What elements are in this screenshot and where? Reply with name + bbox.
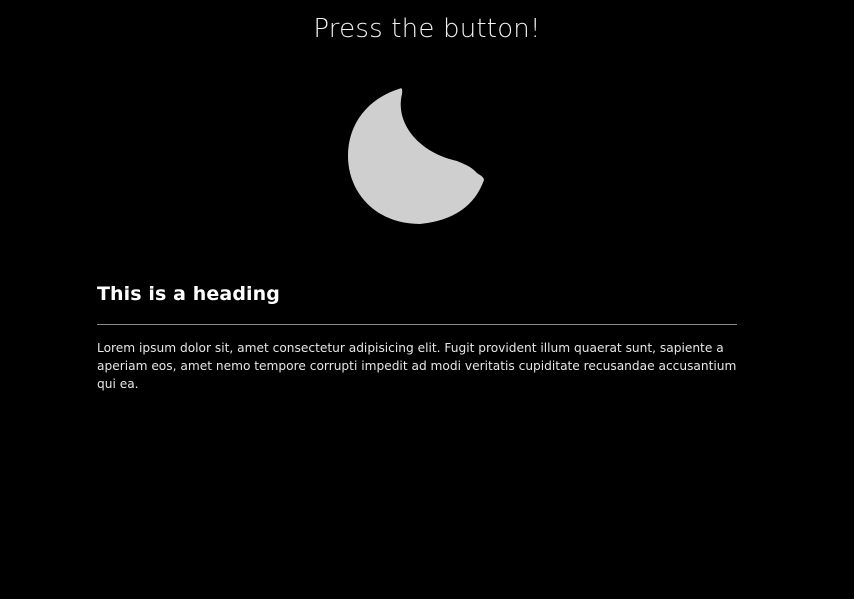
divider	[97, 324, 737, 325]
moon-icon	[348, 88, 484, 224]
article-body: Lorem ipsum dolor sit, amet consectetur …	[97, 341, 737, 391]
theme-toggle-button[interactable]	[345, 84, 490, 229]
page-title: Press the button!	[313, 14, 541, 44]
article: This is a heading Lorem ipsum dolor sit,…	[97, 283, 737, 405]
page: Press the button! This is a heading Lore…	[0, 0, 854, 599]
article-heading: This is a heading	[97, 283, 280, 305]
